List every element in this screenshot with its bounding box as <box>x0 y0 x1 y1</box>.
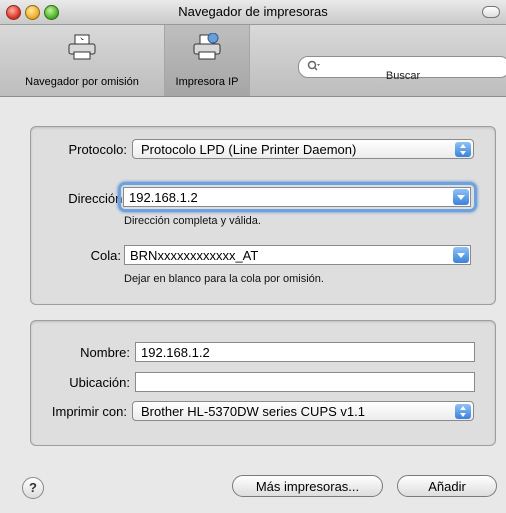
toolbar-toggle-button[interactable] <box>482 6 500 18</box>
location-field[interactable] <box>135 372 475 392</box>
add-button[interactable]: Añadir <box>397 475 497 497</box>
more-printers-button[interactable]: Más impresoras... <box>232 475 383 497</box>
print-with-select[interactable]: Brother HL-5370DW series CUPS v1.1 <box>132 401 474 421</box>
address-label: Dirección: <box>68 191 126 206</box>
queue-hint: Dejar en blanco para la cola por omisión… <box>124 273 324 285</box>
name-label: Nombre: <box>80 345 130 360</box>
protocol-label: Protocolo: <box>68 142 127 157</box>
queue-label: Cola: <box>90 248 121 263</box>
popup-arrows-icon <box>455 142 471 157</box>
help-icon: ? <box>29 480 37 495</box>
location-label: Ubicación: <box>69 375 130 390</box>
default-browser-label: Navegador por omisión <box>25 76 139 88</box>
protocol-value: Protocolo LPD (Line Printer Daemon) <box>141 142 357 157</box>
window-title: Navegador de impresoras <box>178 4 328 19</box>
printer-icon <box>68 34 96 60</box>
help-button[interactable]: ? <box>22 477 44 499</box>
default-browser-tab[interactable]: Navegador por omisión <box>0 25 164 96</box>
queue-value: BRNxxxxxxxxxxxx_AT <box>130 248 259 263</box>
address-hint: Dirección completa y válida. <box>124 215 261 227</box>
address-value: 192.168.1.2 <box>129 190 198 205</box>
print-with-label: Imprimir con: <box>51 404 127 419</box>
queue-combobox[interactable]: BRNxxxxxxxxxxxx_AT <box>124 245 471 265</box>
search-label: Buscar <box>385 70 421 82</box>
details-panel: Nombre: 192.168.1.2 Ubicación: Imprimir … <box>30 320 496 446</box>
dropdown-arrow-icon[interactable] <box>453 189 469 205</box>
protocol-select[interactable]: Protocolo LPD (Line Printer Daemon) <box>132 139 474 159</box>
name-value: 192.168.1.2 <box>141 345 210 360</box>
network-printer-icon <box>193 33 221 60</box>
connection-panel: Protocolo: Protocolo LPD (Line Printer D… <box>30 126 496 305</box>
ip-printer-tab[interactable]: Impresora IP <box>164 25 250 96</box>
dropdown-arrow-icon[interactable] <box>453 247 469 263</box>
toolbar: Navegador por omisión Impresora IP <box>0 25 506 97</box>
title-bar: Navegador de impresoras <box>0 0 506 25</box>
print-with-value: Brother HL-5370DW series CUPS v1.1 <box>141 404 365 419</box>
address-combobox[interactable]: 192.168.1.2 <box>123 187 471 207</box>
ip-printer-label: Impresora IP <box>175 76 239 88</box>
name-field[interactable]: 192.168.1.2 <box>135 342 475 362</box>
popup-arrows-icon <box>455 404 471 419</box>
